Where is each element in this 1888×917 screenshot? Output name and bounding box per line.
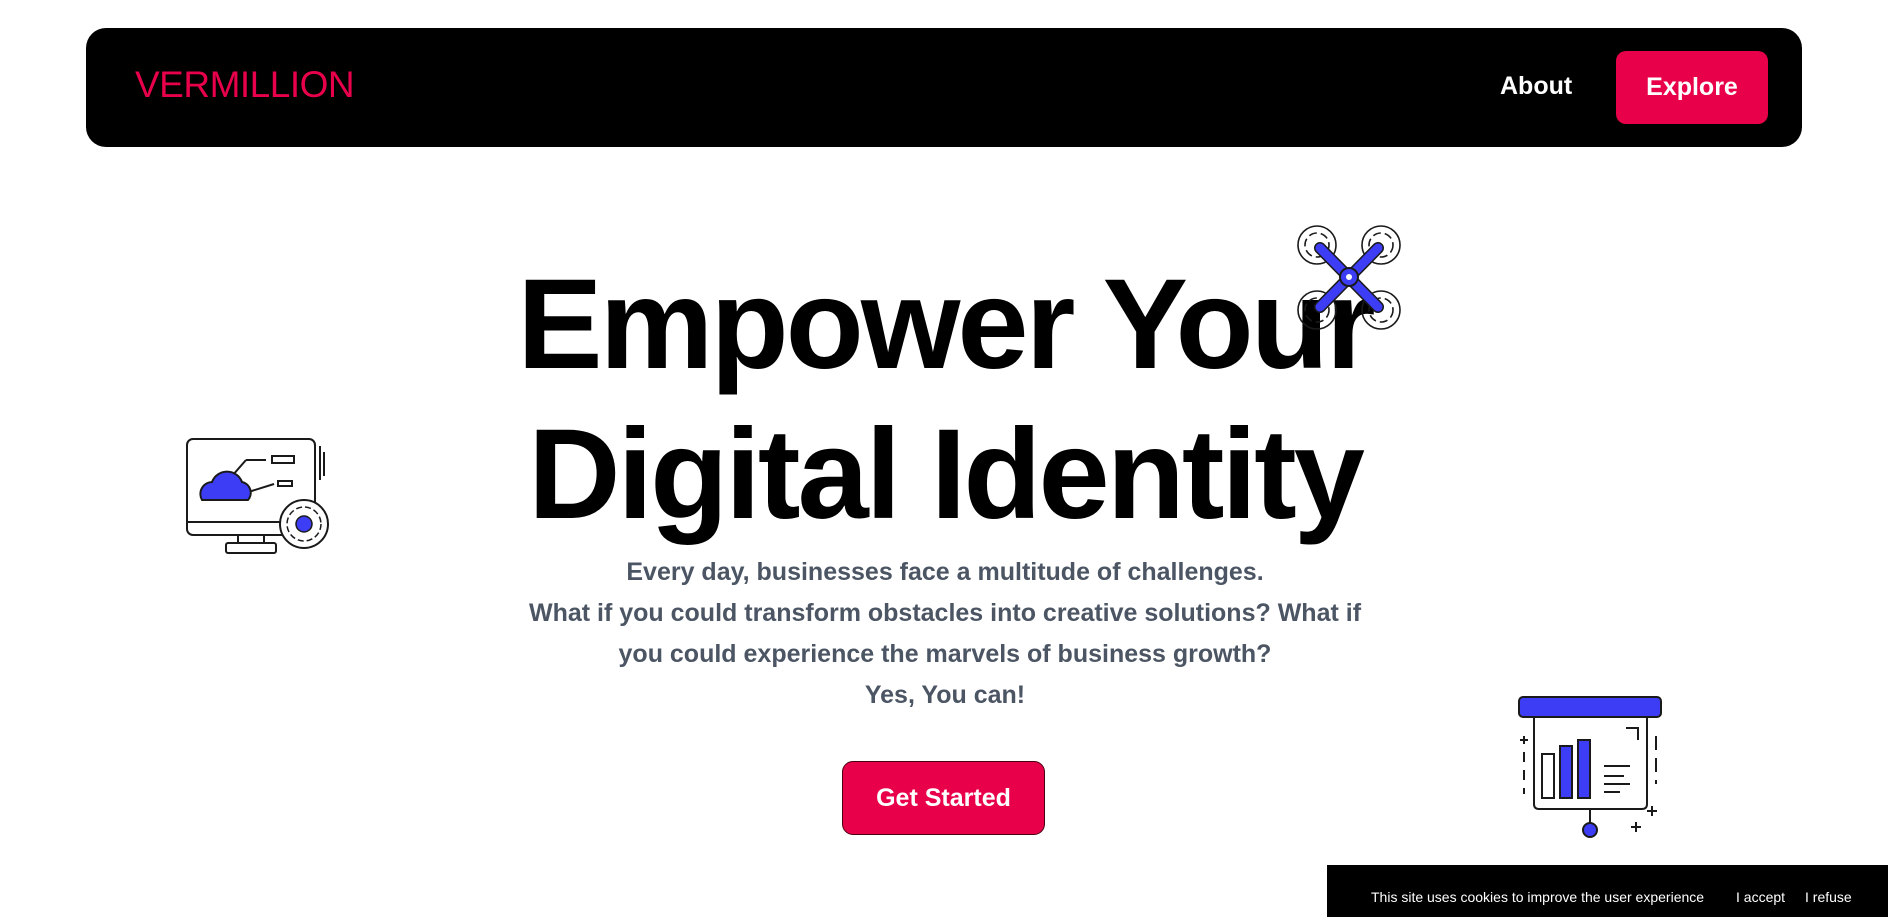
- hero-subtitle-line: Yes, You can!: [864, 681, 1026, 709]
- cookie-accept-button[interactable]: I accept: [1736, 889, 1785, 905]
- hero-subtitle-line: you could experience the marvels of busi…: [618, 640, 1272, 668]
- nav-link-about[interactable]: About: [1500, 74, 1572, 99]
- presentation-chart-icon: [1518, 696, 1662, 838]
- top-nav: VERMILLION About Explore: [86, 28, 1802, 147]
- get-started-button[interactable]: Get Started: [842, 761, 1045, 835]
- hero-title-line: Digital Identity: [528, 403, 1365, 546]
- cookie-message: This site uses cookies to improve the us…: [1371, 889, 1705, 905]
- brand-logo[interactable]: VERMILLION: [135, 66, 355, 103]
- hero-subtitle: Every day, businesses face a multitude o…: [490, 552, 1400, 716]
- hero-subtitle-line: What if you could transform obstacles in…: [528, 599, 1362, 627]
- cookie-banner: This site uses cookies to improve the us…: [1327, 865, 1888, 917]
- explore-button[interactable]: Explore: [1616, 51, 1768, 124]
- cloud-monitor-icon: [186, 438, 329, 554]
- hero-subtitle-line: Every day, businesses face a multitude o…: [626, 558, 1264, 586]
- cookie-refuse-button[interactable]: I refuse: [1805, 889, 1852, 905]
- drone-icon: [1297, 225, 1401, 330]
- page: VERMILLION About Explore Empower Your Di…: [0, 0, 1888, 917]
